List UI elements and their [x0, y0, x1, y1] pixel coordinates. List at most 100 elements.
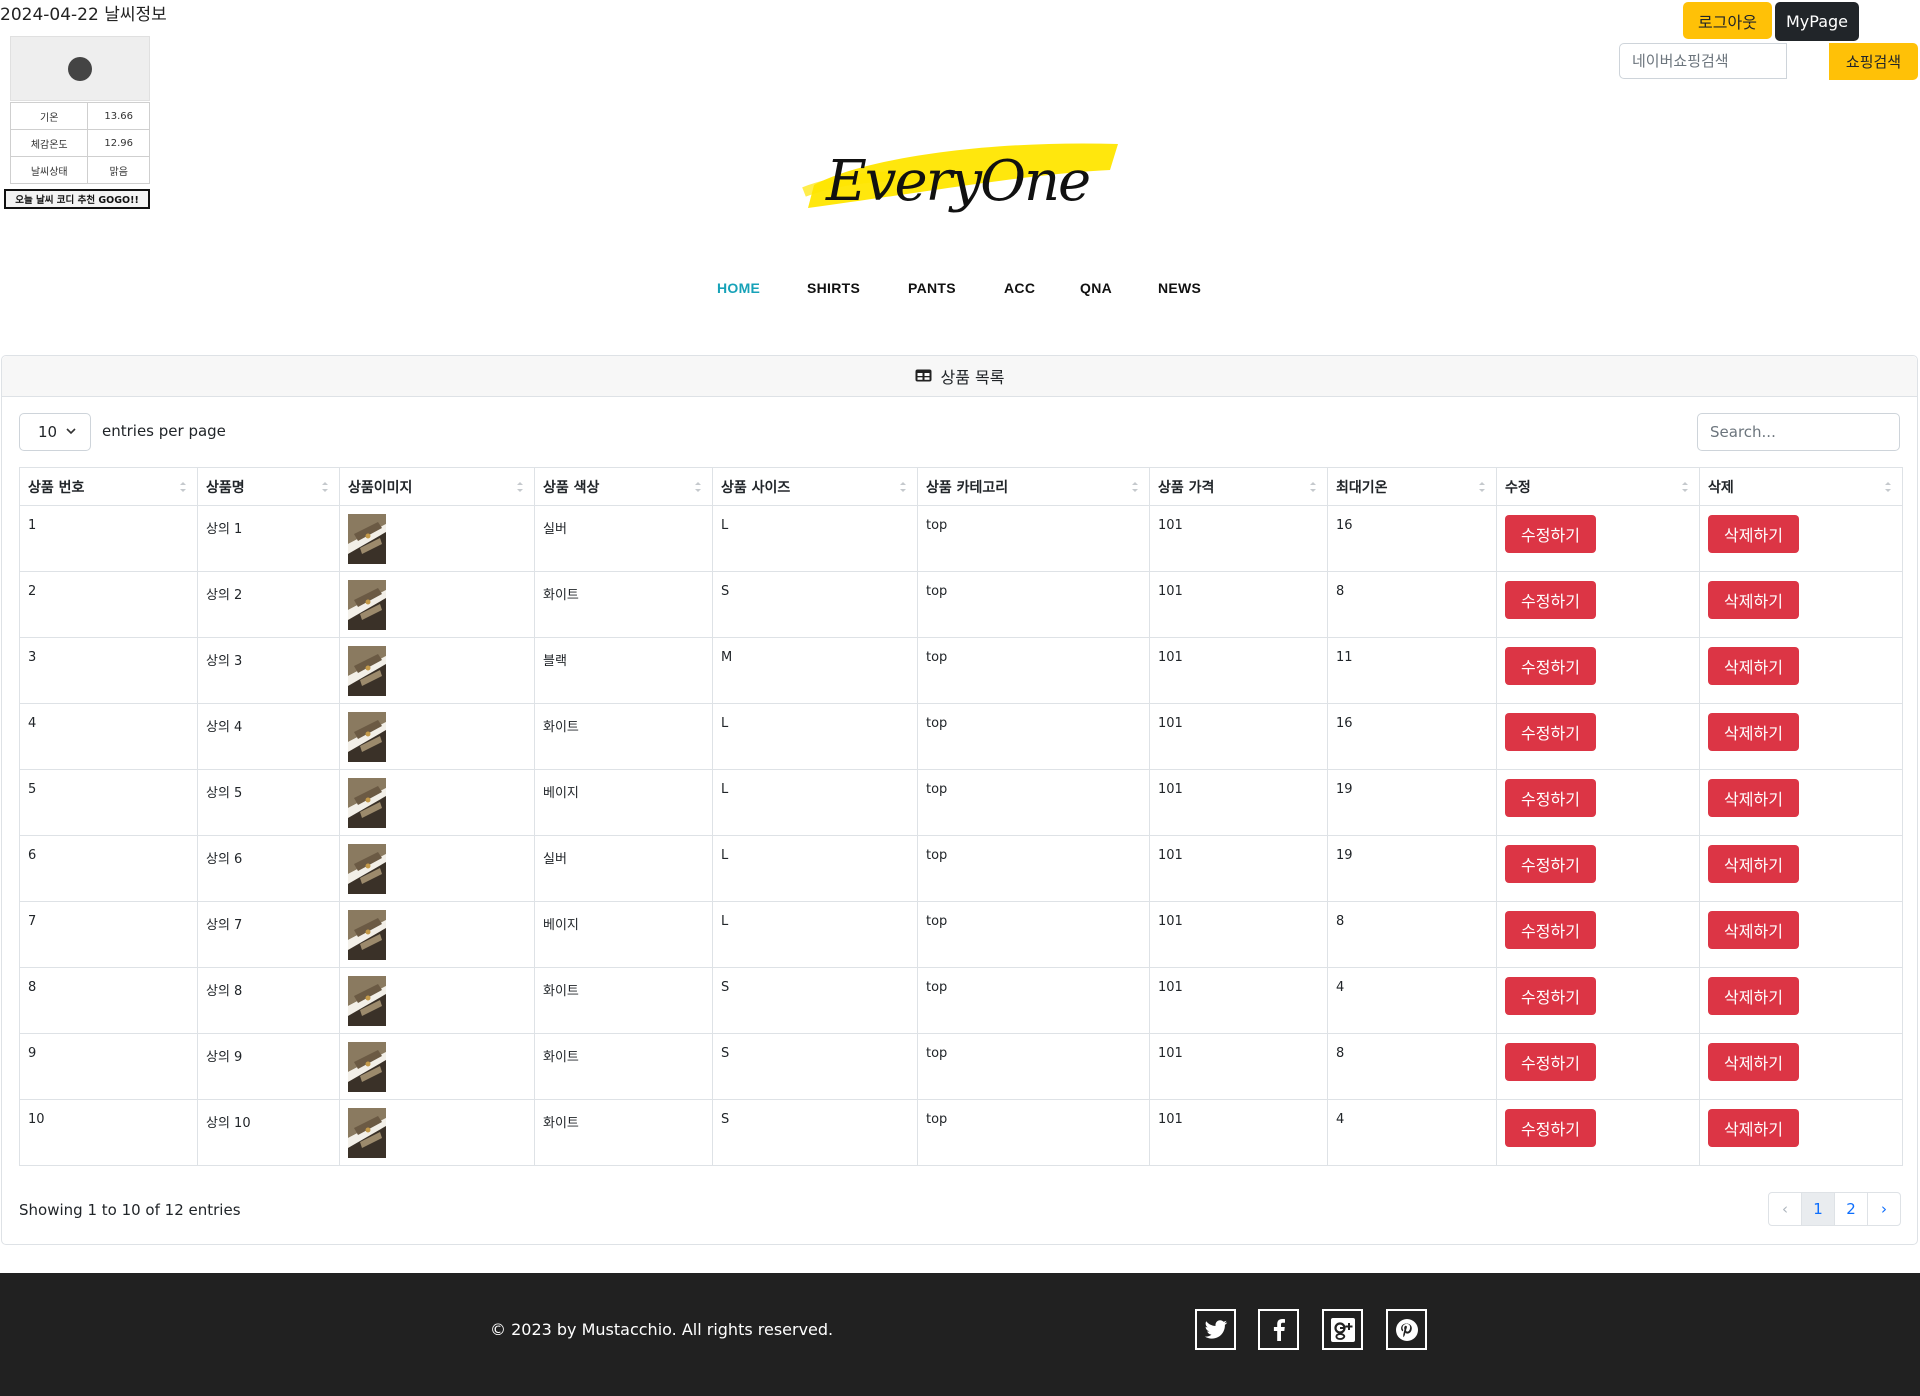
- card-header: 상품 목록: [2, 356, 1917, 397]
- table-row: 2 상의 2 화이트 Stop 101 8 수정하기 삭제하기: [19, 571, 1903, 638]
- column-header[interactable]: 수정: [1496, 467, 1700, 506]
- table-header-row: 상품 번호 상품명 상품이미지 상품 색상 상품 사이즈 상품 카테고리 상품 가격 최대기온…: [19, 467, 1903, 506]
- delete-button[interactable]: 삭제하기: [1708, 911, 1799, 949]
- column-header[interactable]: 상품 카테고리: [917, 467, 1150, 506]
- twitter-icon[interactable]: [1195, 1309, 1236, 1350]
- shopping-search-input[interactable]: [1619, 43, 1787, 79]
- nav-shirts[interactable]: SHIRTS: [807, 280, 860, 296]
- product-max-temp: 4: [1327, 967, 1497, 1034]
- delete-button[interactable]: 삭제하기: [1708, 1109, 1799, 1147]
- edit-button[interactable]: 수정하기: [1505, 977, 1596, 1015]
- edit-button[interactable]: 수정하기: [1505, 779, 1596, 817]
- edit-cell: 수정하기: [1496, 901, 1700, 968]
- column-header[interactable]: 최대기온: [1327, 467, 1497, 506]
- weather-coordi-button[interactable]: 오늘 날씨 코디 추천 GOGO!!: [4, 189, 150, 209]
- product-category: top: [917, 967, 1150, 1034]
- pagination-prev[interactable]: ‹: [1768, 1192, 1802, 1226]
- product-size: L: [712, 505, 918, 572]
- mypage-button[interactable]: MyPage: [1775, 2, 1859, 41]
- edit-button[interactable]: 수정하기: [1505, 1043, 1596, 1081]
- product-name: 상의 7: [197, 901, 340, 968]
- delete-button[interactable]: 삭제하기: [1708, 1043, 1799, 1081]
- edit-button[interactable]: 수정하기: [1505, 647, 1596, 685]
- google-plus-icon[interactable]: [1322, 1309, 1363, 1350]
- footer: © 2023 by Mustacchio. All rights reserve…: [0, 1273, 1920, 1396]
- table-row: 9 상의 9 화이트 Stop 101 8 수정하기 삭제하기: [19, 1033, 1903, 1100]
- product-size: M: [712, 637, 918, 704]
- column-header[interactable]: 상품 번호: [19, 467, 198, 506]
- product-id: 9: [19, 1033, 198, 1100]
- weather-label: 날씨상태: [9, 156, 89, 184]
- column-header[interactable]: 상품 색상: [534, 467, 713, 506]
- product-thumbnail: [348, 844, 386, 894]
- column-header[interactable]: 상품 가격: [1149, 467, 1328, 506]
- product-thumbnail: [348, 712, 386, 762]
- facebook-icon[interactable]: [1258, 1309, 1299, 1350]
- product-category: top: [917, 1033, 1150, 1100]
- pagination-next[interactable]: ›: [1867, 1192, 1901, 1226]
- column-header[interactable]: 상품 사이즈: [712, 467, 918, 506]
- weather-table: 기온 13.66 체감온도 12.96 날씨상태 맑음: [9, 102, 150, 184]
- per-page-select[interactable]: 10: [19, 413, 91, 451]
- delete-cell: 삭제하기: [1699, 1099, 1903, 1166]
- edit-button[interactable]: 수정하기: [1505, 845, 1596, 883]
- everyone-logo[interactable]: EveryOne: [800, 130, 1126, 215]
- delete-button[interactable]: 삭제하기: [1708, 779, 1799, 817]
- edit-button[interactable]: 수정하기: [1505, 1109, 1596, 1147]
- column-header-label: 상품 카테고리: [926, 479, 1009, 496]
- product-max-temp: 4: [1327, 1099, 1497, 1166]
- delete-button[interactable]: 삭제하기: [1708, 647, 1799, 685]
- delete-button[interactable]: 삭제하기: [1708, 845, 1799, 883]
- product-price: 101: [1149, 901, 1328, 968]
- product-image-cell: [339, 571, 535, 638]
- table-search-input[interactable]: [1697, 413, 1900, 451]
- delete-button[interactable]: 삭제하기: [1708, 977, 1799, 1015]
- product-id: 6: [19, 835, 198, 902]
- nav-acc[interactable]: ACC: [1004, 280, 1035, 296]
- column-header[interactable]: 상품명: [197, 467, 340, 506]
- column-header[interactable]: 상품이미지: [339, 467, 535, 506]
- column-header-label: 상품 색상: [543, 479, 600, 496]
- edit-button[interactable]: 수정하기: [1505, 713, 1596, 751]
- column-header[interactable]: 삭제: [1699, 467, 1903, 506]
- weather-value: 12.96: [87, 129, 150, 157]
- edit-button[interactable]: 수정하기: [1505, 515, 1596, 553]
- product-color: 블랙: [534, 637, 713, 704]
- product-image-cell: [339, 703, 535, 770]
- table-row: 5 상의 5 베이지 Ltop 101 19 수정하기 삭제하기: [19, 769, 1903, 836]
- product-thumbnail: [348, 1042, 386, 1092]
- nav-news[interactable]: NEWS: [1158, 280, 1201, 296]
- edit-button[interactable]: 수정하기: [1505, 911, 1596, 949]
- product-max-temp: 8: [1327, 1033, 1497, 1100]
- product-name: 상의 9: [197, 1033, 340, 1100]
- pinterest-icon[interactable]: [1386, 1309, 1427, 1350]
- delete-button[interactable]: 삭제하기: [1708, 515, 1799, 553]
- weather-dot-icon: [68, 57, 92, 81]
- shopping-search-button[interactable]: 쇼핑검색: [1829, 43, 1918, 80]
- product-thumbnail: [348, 514, 386, 564]
- delete-button[interactable]: 삭제하기: [1708, 581, 1799, 619]
- edit-cell: 수정하기: [1496, 835, 1700, 902]
- nav-pants[interactable]: PANTS: [908, 280, 956, 296]
- column-header-label: 수정: [1505, 479, 1531, 496]
- product-id: 1: [19, 505, 198, 572]
- delete-button[interactable]: 삭제하기: [1708, 713, 1799, 751]
- logout-button[interactable]: 로그아웃: [1683, 2, 1772, 39]
- product-name: 상의 6: [197, 835, 340, 902]
- table-row: 8 상의 8 화이트 Stop 101 4 수정하기 삭제하기: [19, 967, 1903, 1034]
- product-max-temp: 19: [1327, 769, 1497, 836]
- product-price: 101: [1149, 637, 1328, 704]
- weather-value: 13.66: [87, 102, 150, 130]
- pagination-page-1[interactable]: 1: [1801, 1192, 1835, 1226]
- nav-home[interactable]: HOME: [717, 280, 760, 296]
- nav-qna[interactable]: QNA: [1080, 280, 1112, 296]
- copyright-text: © 2023 by Mustacchio. All rights reserve…: [490, 1320, 834, 1339]
- pagination: ‹ 1 2 ›: [1768, 1192, 1901, 1226]
- pagination-page-2[interactable]: 2: [1834, 1192, 1868, 1226]
- table-row: 10 상의 10 화이트 Stop 101 4 수정하기 삭제하기: [19, 1099, 1903, 1166]
- table-row: 7 상의 7 베이지 Ltop 101 8 수정하기 삭제하기: [19, 901, 1903, 968]
- weather-header: 2024-04-22 날씨정보: [0, 0, 167, 25]
- delete-cell: 삭제하기: [1699, 901, 1903, 968]
- edit-button[interactable]: 수정하기: [1505, 581, 1596, 619]
- edit-cell: 수정하기: [1496, 1099, 1700, 1166]
